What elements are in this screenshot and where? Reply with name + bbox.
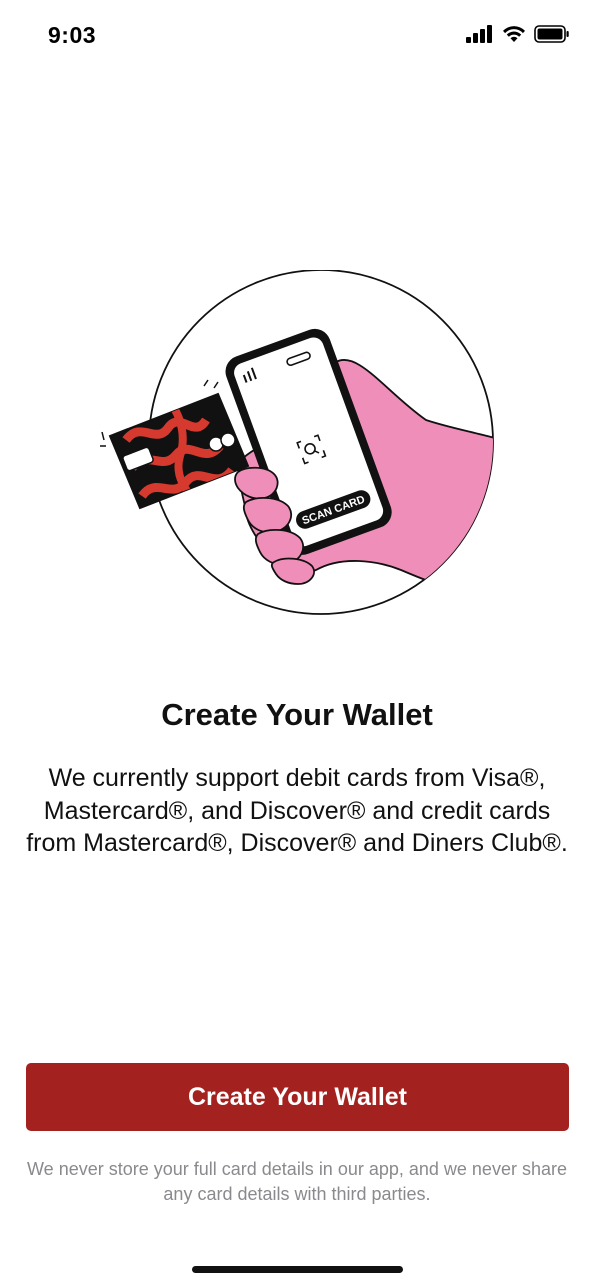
status-time: 9:03 bbox=[48, 22, 97, 48]
status-bar: 9:03 bbox=[0, 0, 594, 72]
page-title: Create Your Wallet bbox=[161, 697, 433, 732]
home-indicator[interactable] bbox=[192, 1266, 403, 1273]
privacy-disclaimer: We never store your full card details in… bbox=[27, 1159, 567, 1204]
battery-icon bbox=[534, 25, 570, 48]
create-wallet-button[interactable]: Create Your Wallet bbox=[26, 1063, 569, 1131]
supported-cards-description: We currently support debit cards from Vi… bbox=[26, 764, 568, 857]
scan-card-illustration: SCAN CARD bbox=[96, 269, 506, 630]
status-icons bbox=[466, 25, 570, 48]
cellular-signal-icon bbox=[466, 25, 494, 48]
wifi-icon bbox=[502, 25, 526, 48]
